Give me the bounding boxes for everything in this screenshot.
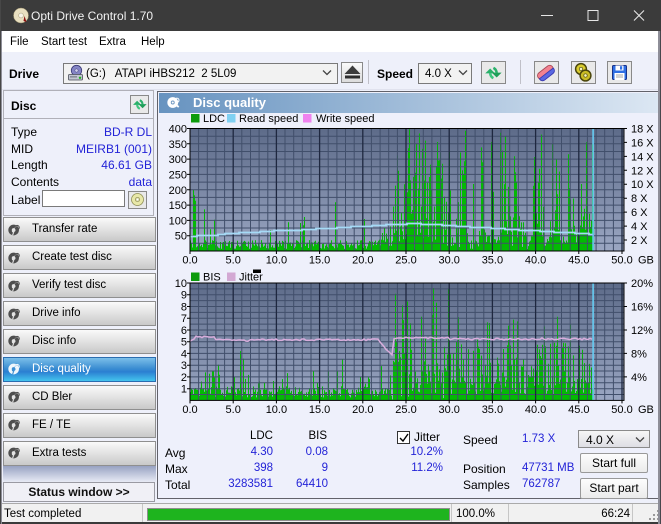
svg-text:400: 400 <box>169 124 187 136</box>
svg-text:10 X: 10 X <box>631 179 654 191</box>
svg-text:12%: 12% <box>631 325 653 337</box>
svg-text:15.0: 15.0 <box>309 255 330 267</box>
svg-text:350: 350 <box>169 139 187 151</box>
svg-text:150: 150 <box>169 200 187 212</box>
svg-text:GB: GB <box>638 404 654 416</box>
svg-text:18 X: 18 X <box>631 124 654 136</box>
svg-text:0.0: 0.0 <box>182 255 197 267</box>
svg-text:10.0: 10.0 <box>266 404 287 416</box>
svg-text:10.0: 10.0 <box>266 255 287 267</box>
svg-text:50: 50 <box>175 231 187 243</box>
svg-text:12 X: 12 X <box>631 165 654 177</box>
svg-text:50.0: 50.0 <box>611 255 632 267</box>
svg-text:Read speed: Read speed <box>239 113 298 125</box>
svg-text:50.0: 50.0 <box>611 404 632 416</box>
svg-text:4 X: 4 X <box>631 221 648 233</box>
svg-text:10: 10 <box>175 278 187 290</box>
svg-text:4: 4 <box>181 348 187 360</box>
svg-text:45.0: 45.0 <box>568 255 589 267</box>
svg-text:0.0: 0.0 <box>182 404 197 416</box>
svg-text:30.0: 30.0 <box>438 404 459 416</box>
svg-text:Jitter: Jitter <box>239 272 263 284</box>
svg-text:5.0: 5.0 <box>226 404 241 416</box>
svg-text:5: 5 <box>181 337 187 349</box>
svg-text:8: 8 <box>181 302 187 314</box>
svg-text:25.0: 25.0 <box>395 404 416 416</box>
svg-text:25.0: 25.0 <box>395 255 416 267</box>
svg-text:15.0: 15.0 <box>309 404 330 416</box>
svg-text:8%: 8% <box>631 348 647 360</box>
svg-text:20.0: 20.0 <box>352 255 373 267</box>
svg-text:GB: GB <box>638 255 654 267</box>
svg-text:5.0: 5.0 <box>226 255 241 267</box>
svg-text:8 X: 8 X <box>631 193 648 205</box>
svg-text:20%: 20% <box>631 278 653 290</box>
svg-text:14 X: 14 X <box>631 151 654 163</box>
svg-text:30.0: 30.0 <box>438 255 459 267</box>
svg-text:LDC: LDC <box>203 113 225 125</box>
svg-text:9: 9 <box>181 290 187 302</box>
svg-text:40.0: 40.0 <box>525 404 546 416</box>
svg-text:6: 6 <box>181 325 187 337</box>
svg-text:7: 7 <box>181 313 187 325</box>
svg-text:1: 1 <box>181 384 187 396</box>
svg-text:250: 250 <box>169 169 187 181</box>
svg-text:16 X: 16 X <box>631 137 654 149</box>
svg-text:Write speed: Write speed <box>316 113 375 125</box>
svg-text:6 X: 6 X <box>631 207 648 219</box>
svg-text:200: 200 <box>169 185 187 197</box>
svg-text:45.0: 45.0 <box>568 404 589 416</box>
svg-text:3: 3 <box>181 360 187 372</box>
svg-text:16%: 16% <box>631 302 653 314</box>
svg-text:BIS: BIS <box>203 272 221 284</box>
svg-text:300: 300 <box>169 154 187 166</box>
svg-text:35.0: 35.0 <box>482 404 503 416</box>
svg-text:100: 100 <box>169 215 187 227</box>
svg-text:20.0: 20.0 <box>352 404 373 416</box>
svg-text:4%: 4% <box>631 372 647 384</box>
svg-text:2: 2 <box>181 372 187 384</box>
svg-text:2 X: 2 X <box>631 235 648 247</box>
svg-text:35.0: 35.0 <box>482 255 503 267</box>
svg-text:40.0: 40.0 <box>525 255 546 267</box>
